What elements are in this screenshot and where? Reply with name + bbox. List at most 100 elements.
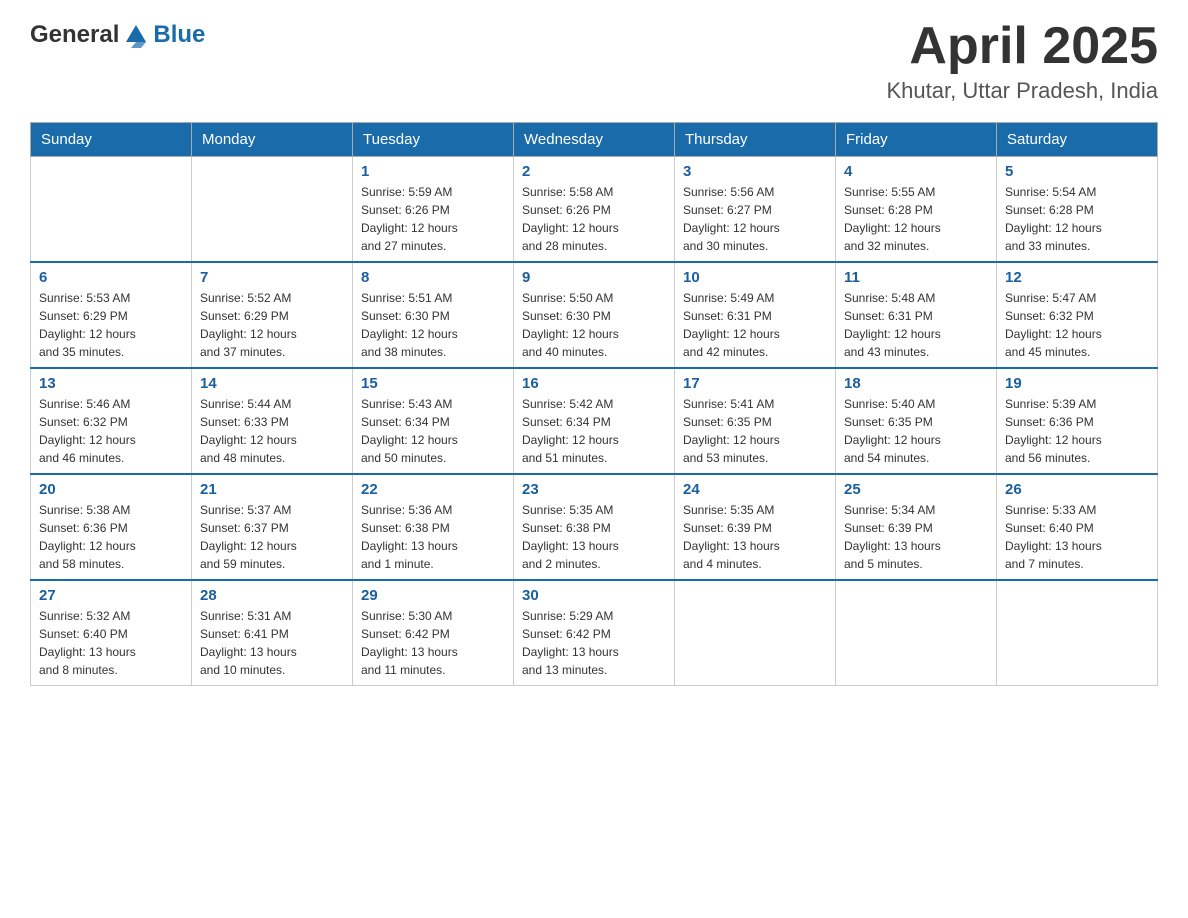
calendar-cell: 3Sunrise: 5:56 AM Sunset: 6:27 PM Daylig… — [675, 157, 836, 263]
day-header-wednesday: Wednesday — [514, 123, 675, 157]
day-number: 17 — [683, 375, 827, 392]
day-number: 28 — [200, 587, 344, 604]
day-info: Sunrise: 5:37 AM Sunset: 6:37 PM Dayligh… — [200, 501, 344, 573]
logo-general: General — [30, 21, 119, 49]
day-info: Sunrise: 5:32 AM Sunset: 6:40 PM Dayligh… — [39, 607, 183, 679]
calendar-cell — [192, 157, 353, 263]
calendar-week-row: 6 Sunrise: 5:53 AM Sunset: 6:29 PM Daylig… — [31, 262, 1158, 368]
calendar-week-row: 13 Sunrise: 5:46 AM Sunset: 6:32 PM Dayli… — [31, 368, 1158, 474]
day-number: 6 — [39, 269, 183, 286]
calendar-cell: 24Sunrise: 5:35 AM Sunset: 6:39 PM Dayli… — [675, 474, 836, 580]
calendar-cell — [31, 157, 192, 263]
day-info: Sunrise: 5:33 AM Sunset: 6:40 PM Dayligh… — [1005, 501, 1149, 573]
day-info: Sunrise: 5:59 AM Sunset: 6:26 PM Dayligh… — [361, 183, 505, 255]
calendar-cell: 18 Sunrise: 5:40 AM Sunset: 6:35 PM Dayli… — [836, 368, 997, 474]
day-header-friday: Friday — [836, 123, 997, 157]
calendar-cell: 4 Sunrise: 5:55 AM Sunset: 6:28 PM Daylig… — [836, 157, 997, 263]
day-number: 5 — [1005, 163, 1149, 180]
day-header-tuesday: Tuesday — [353, 123, 514, 157]
day-info: Sunrise: 5:41 AM Sunset: 6:35 PM Dayligh… — [683, 395, 827, 467]
day-info: Sunrise: 5:42 AM Sunset: 6:34 PM Dayligh… — [522, 395, 666, 467]
day-info: Sunrise: 5:55 AM Sunset: 6:28 PM Dayligh… — [844, 183, 988, 255]
day-number: 22 — [361, 481, 505, 498]
calendar-cell: 6 Sunrise: 5:53 AM Sunset: 6:29 PM Daylig… — [31, 262, 192, 368]
calendar-cell: 21 Sunrise: 5:37 AM Sunset: 6:37 PM Dayli… — [192, 474, 353, 580]
day-number: 18 — [844, 375, 988, 392]
calendar-cell: 29Sunrise: 5:30 AM Sunset: 6:42 PM Dayli… — [353, 580, 514, 686]
day-info: Sunrise: 5:49 AM Sunset: 6:31 PM Dayligh… — [683, 289, 827, 361]
day-info: Sunrise: 5:56 AM Sunset: 6:27 PM Dayligh… — [683, 183, 827, 255]
day-number: 7 — [200, 269, 344, 286]
calendar-cell: 9 Sunrise: 5:50 AM Sunset: 6:30 PM Daylig… — [514, 262, 675, 368]
calendar-cell: 26Sunrise: 5:33 AM Sunset: 6:40 PM Dayli… — [997, 474, 1158, 580]
day-header-thursday: Thursday — [675, 123, 836, 157]
logo-icon — [121, 20, 151, 50]
day-number: 2 — [522, 163, 666, 180]
calendar-cell: 27 Sunrise: 5:32 AM Sunset: 6:40 PM Dayli… — [31, 580, 192, 686]
day-info: Sunrise: 5:43 AM Sunset: 6:34 PM Dayligh… — [361, 395, 505, 467]
calendar-week-row: 1 Sunrise: 5:59 AM Sunset: 6:26 PM Daylig… — [31, 157, 1158, 263]
calendar-cell: 10 Sunrise: 5:49 AM Sunset: 6:31 PM Dayli… — [675, 262, 836, 368]
calendar-cell: 30 Sunrise: 5:29 AM Sunset: 6:42 PM Dayli… — [514, 580, 675, 686]
day-number: 10 — [683, 269, 827, 286]
day-info: Sunrise: 5:50 AM Sunset: 6:30 PM Dayligh… — [522, 289, 666, 361]
calendar-cell: 15 Sunrise: 5:43 AM Sunset: 6:34 PM Dayli… — [353, 368, 514, 474]
logo-blue: Blue — [153, 21, 205, 49]
calendar-cell: 13 Sunrise: 5:46 AM Sunset: 6:32 PM Dayli… — [31, 368, 192, 474]
calendar-header-row: SundayMondayTuesdayWednesdayThursdayFrid… — [31, 123, 1158, 157]
day-number: 15 — [361, 375, 505, 392]
day-number: 9 — [522, 269, 666, 286]
day-info: Sunrise: 5:36 AM Sunset: 6:38 PM Dayligh… — [361, 501, 505, 573]
day-number: 13 — [39, 375, 183, 392]
calendar-cell: 22 Sunrise: 5:36 AM Sunset: 6:38 PM Dayli… — [353, 474, 514, 580]
day-header-saturday: Saturday — [997, 123, 1158, 157]
day-number: 20 — [39, 481, 183, 498]
day-info: Sunrise: 5:52 AM Sunset: 6:29 PM Dayligh… — [200, 289, 344, 361]
calendar-cell: 1 Sunrise: 5:59 AM Sunset: 6:26 PM Daylig… — [353, 157, 514, 263]
calendar-cell: 2 Sunrise: 5:58 AM Sunset: 6:26 PM Daylig… — [514, 157, 675, 263]
day-number: 25 — [844, 481, 988, 498]
day-info: Sunrise: 5:58 AM Sunset: 6:26 PM Dayligh… — [522, 183, 666, 255]
day-number: 16 — [522, 375, 666, 392]
day-info: Sunrise: 5:38 AM Sunset: 6:36 PM Dayligh… — [39, 501, 183, 573]
calendar-cell: 23Sunrise: 5:35 AM Sunset: 6:38 PM Dayli… — [514, 474, 675, 580]
day-info: Sunrise: 5:31 AM Sunset: 6:41 PM Dayligh… — [200, 607, 344, 679]
calendar-cell: 16 Sunrise: 5:42 AM Sunset: 6:34 PM Dayli… — [514, 368, 675, 474]
calendar-week-row: 20 Sunrise: 5:38 AM Sunset: 6:36 PM Dayli… — [31, 474, 1158, 580]
logo: General Blue — [30, 20, 205, 50]
day-number: 1 — [361, 163, 505, 180]
day-info: Sunrise: 5:29 AM Sunset: 6:42 PM Dayligh… — [522, 607, 666, 679]
day-info: Sunrise: 5:53 AM Sunset: 6:29 PM Dayligh… — [39, 289, 183, 361]
day-info: Sunrise: 5:47 AM Sunset: 6:32 PM Dayligh… — [1005, 289, 1149, 361]
month-title: April 2025 — [887, 20, 1159, 72]
day-header-monday: Monday — [192, 123, 353, 157]
calendar-cell: 20 Sunrise: 5:38 AM Sunset: 6:36 PM Dayli… — [31, 474, 192, 580]
calendar-cell — [836, 580, 997, 686]
page-header: General Blue April 2025 Khutar, Uttar Pr… — [30, 20, 1158, 104]
calendar-cell: 28 Sunrise: 5:31 AM Sunset: 6:41 PM Dayli… — [192, 580, 353, 686]
day-info: Sunrise: 5:34 AM Sunset: 6:39 PM Dayligh… — [844, 501, 988, 573]
calendar-cell: 19Sunrise: 5:39 AM Sunset: 6:36 PM Dayli… — [997, 368, 1158, 474]
calendar-cell: 14 Sunrise: 5:44 AM Sunset: 6:33 PM Dayli… — [192, 368, 353, 474]
day-number: 19 — [1005, 375, 1149, 392]
day-info: Sunrise: 5:54 AM Sunset: 6:28 PM Dayligh… — [1005, 183, 1149, 255]
day-info: Sunrise: 5:46 AM Sunset: 6:32 PM Dayligh… — [39, 395, 183, 467]
day-number: 4 — [844, 163, 988, 180]
day-number: 14 — [200, 375, 344, 392]
day-number: 11 — [844, 269, 988, 286]
day-number: 21 — [200, 481, 344, 498]
title-block: April 2025 Khutar, Uttar Pradesh, India — [887, 20, 1159, 104]
calendar-cell: 12Sunrise: 5:47 AM Sunset: 6:32 PM Dayli… — [997, 262, 1158, 368]
day-info: Sunrise: 5:40 AM Sunset: 6:35 PM Dayligh… — [844, 395, 988, 467]
calendar-cell: 17 Sunrise: 5:41 AM Sunset: 6:35 PM Dayli… — [675, 368, 836, 474]
day-number: 30 — [522, 587, 666, 604]
day-info: Sunrise: 5:44 AM Sunset: 6:33 PM Dayligh… — [200, 395, 344, 467]
day-info: Sunrise: 5:35 AM Sunset: 6:39 PM Dayligh… — [683, 501, 827, 573]
day-info: Sunrise: 5:51 AM Sunset: 6:30 PM Dayligh… — [361, 289, 505, 361]
calendar-cell — [997, 580, 1158, 686]
day-number: 8 — [361, 269, 505, 286]
calendar-week-row: 27 Sunrise: 5:32 AM Sunset: 6:40 PM Dayli… — [31, 580, 1158, 686]
calendar-cell — [675, 580, 836, 686]
day-number: 27 — [39, 587, 183, 604]
calendar-cell: 5 Sunrise: 5:54 AM Sunset: 6:28 PM Daylig… — [997, 157, 1158, 263]
